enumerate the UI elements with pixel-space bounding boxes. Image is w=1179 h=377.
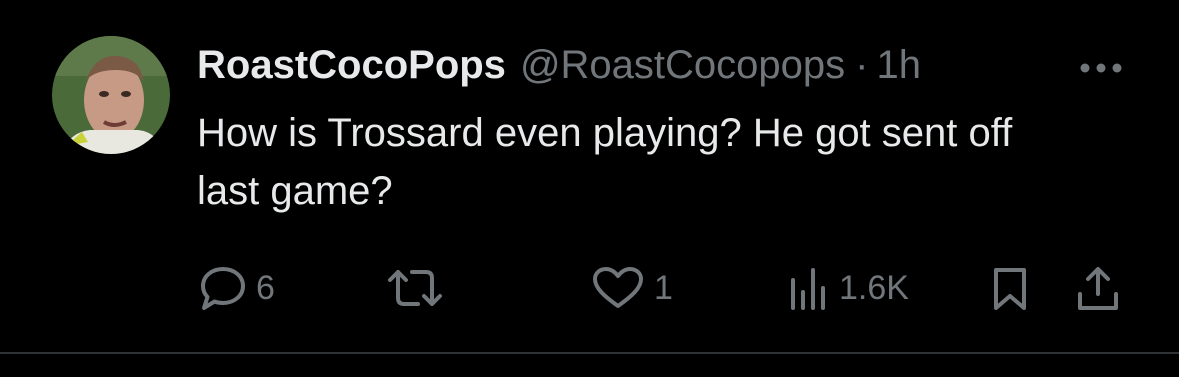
like-button[interactable]: 1 bbox=[590, 262, 673, 314]
retweet-button[interactable] bbox=[384, 262, 454, 314]
bookmark-button[interactable] bbox=[988, 262, 1032, 314]
like-count: 1 bbox=[654, 268, 673, 307]
display-name[interactable]: RoastCocoPops bbox=[197, 38, 506, 92]
views-button[interactable]: 1.6K bbox=[785, 262, 909, 314]
reply-button[interactable]: 6 bbox=[198, 262, 275, 314]
bookmark-icon bbox=[994, 268, 1026, 310]
share-upload-icon bbox=[1078, 267, 1118, 310]
separator-dot: · bbox=[855, 43, 869, 87]
more-options-button[interactable] bbox=[1077, 58, 1125, 78]
tweet-header: RoastCocoPops @RoastCocopops · 1h bbox=[197, 38, 921, 92]
user-handle[interactable]: @RoastCocopops bbox=[520, 38, 845, 92]
views-count: 1.6K bbox=[839, 268, 909, 307]
avatar-image bbox=[52, 36, 170, 154]
retweet-icon bbox=[388, 270, 442, 306]
reply-bubble-icon bbox=[201, 267, 245, 310]
views-bar-chart-icon bbox=[791, 268, 825, 310]
avatar[interactable] bbox=[52, 36, 170, 154]
more-horizontal-icon bbox=[1080, 63, 1122, 73]
share-button[interactable] bbox=[1074, 262, 1122, 314]
timestamp[interactable]: 1h bbox=[876, 38, 921, 92]
tweet-text: How is Trossard even playing? He got sen… bbox=[197, 111, 1013, 213]
heart-icon bbox=[593, 267, 643, 308]
tweet-card[interactable]: RoastCocoPops @RoastCocopops · 1h How is… bbox=[0, 0, 1179, 377]
reply-count: 6 bbox=[256, 268, 275, 307]
divider bbox=[0, 352, 1179, 354]
